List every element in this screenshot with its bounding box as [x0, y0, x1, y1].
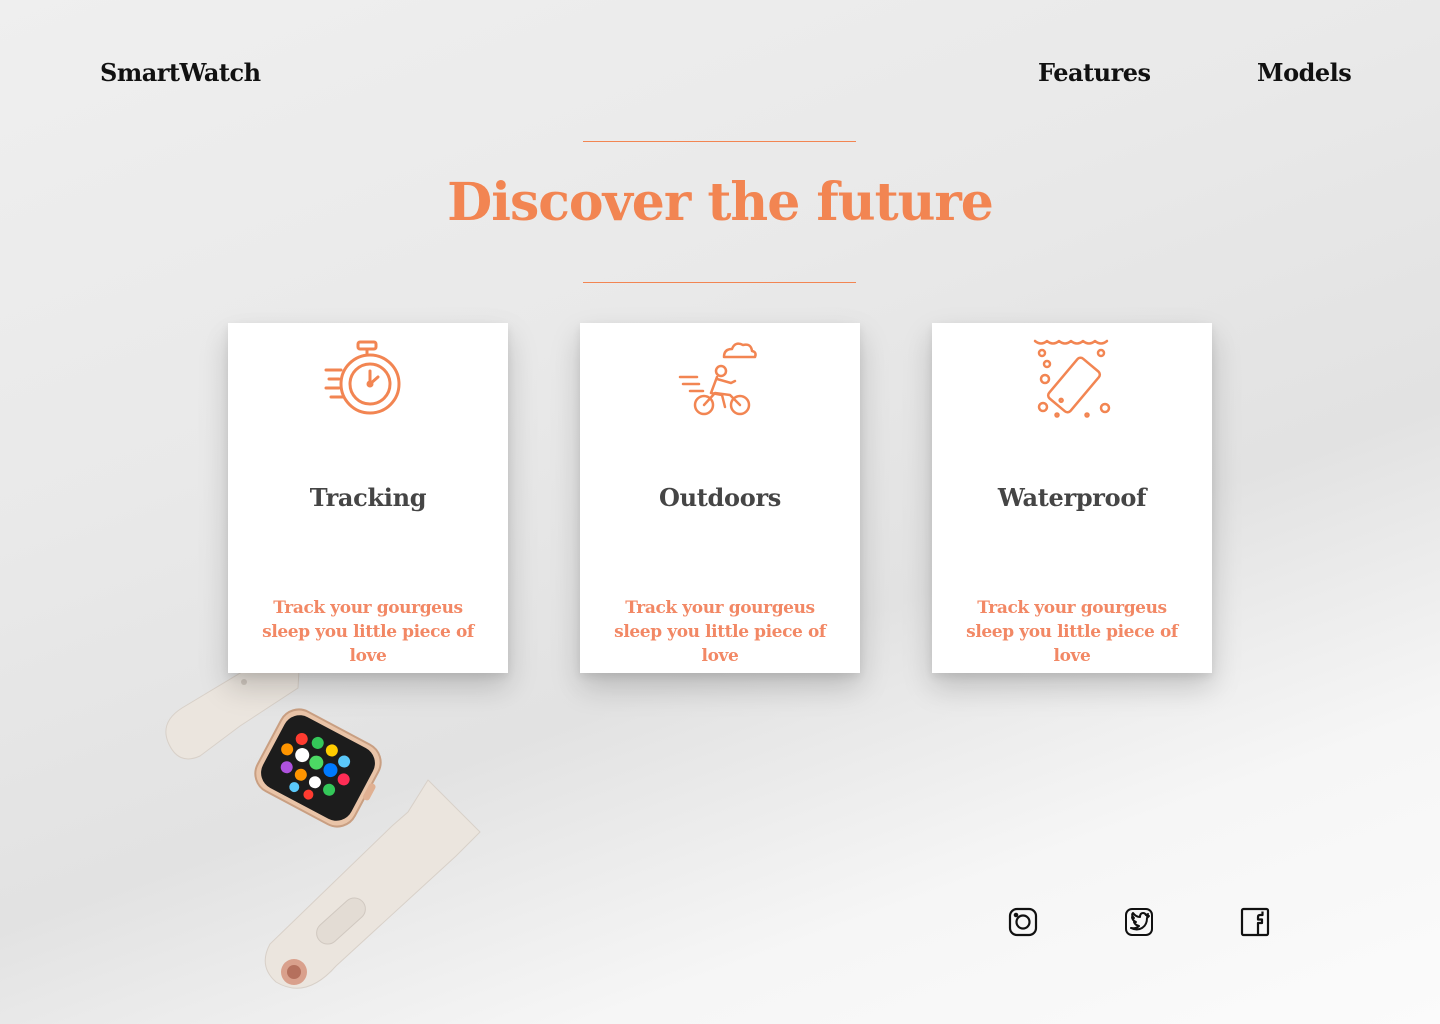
- instagram-icon[interactable]: [1007, 906, 1039, 938]
- hero-title: Discover the future: [447, 172, 994, 233]
- twitter-icon[interactable]: [1123, 906, 1155, 938]
- brand-logo[interactable]: SmartWatch: [100, 58, 261, 87]
- card-description: Track your gourgeus sleep you little pie…: [614, 598, 826, 666]
- cyclist-icon: [678, 342, 757, 416]
- feature-card-tracking[interactable]: Tracking Track your gourgeus sleep you l…: [228, 323, 508, 673]
- stopwatch-icon: [324, 340, 401, 415]
- card-description: Track your gourgeus sleep you little pie…: [262, 598, 474, 666]
- feature-card-outdoors[interactable]: Outdoors Track your gourgeus sleep you l…: [580, 323, 860, 673]
- card-title: Waterproof: [997, 483, 1147, 512]
- waterproof-phone-icon: [1033, 339, 1111, 418]
- smartwatch-product-image: [165, 660, 481, 989]
- nav-features-link[interactable]: Features: [1038, 58, 1151, 87]
- nav-models-link[interactable]: Models: [1257, 58, 1352, 87]
- hero-divider-bottom: [583, 282, 856, 283]
- facebook-icon[interactable]: [1239, 906, 1271, 938]
- hero-divider-top: [583, 141, 856, 142]
- card-title: Tracking: [309, 483, 427, 512]
- card-description: Track your gourgeus sleep you little pie…: [966, 598, 1178, 666]
- card-title: Outdoors: [659, 483, 781, 512]
- feature-card-waterproof[interactable]: Waterproof Track your gourgeus sleep you…: [932, 323, 1212, 673]
